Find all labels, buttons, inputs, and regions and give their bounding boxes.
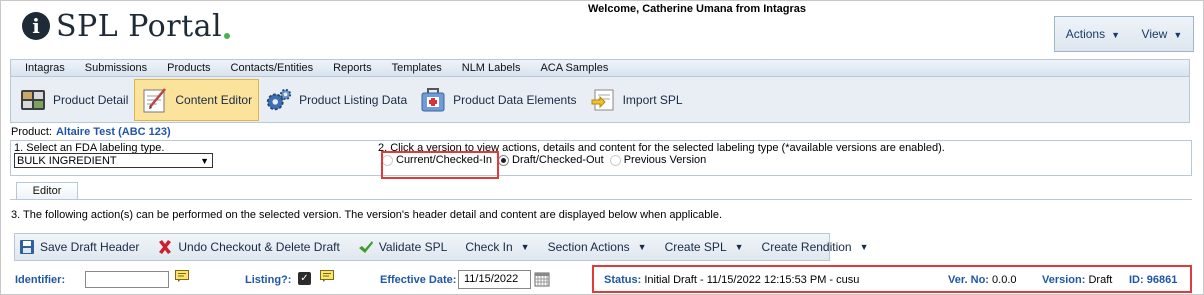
create-rendition-menu[interactable]: Create Rendition ▼ (762, 240, 869, 254)
radio-previous-label: Previous Version (623, 154, 707, 166)
tool-product-data-elements[interactable]: Product Data Elements (413, 79, 582, 121)
tab-divider (10, 199, 1192, 200)
undo-checkout-label: Undo Checkout & Delete Draft (178, 240, 340, 254)
logo-info-icon: i (22, 12, 50, 40)
chevron-down-icon: ▼ (859, 242, 869, 252)
tool-product-listing-data[interactable]: Product Listing Data (259, 79, 413, 121)
chevron-down-icon: ▼ (200, 155, 209, 166)
logo-dot (224, 33, 231, 39)
chevron-down-icon: ▼ (1173, 30, 1183, 40)
note-icon[interactable] (175, 270, 189, 282)
id-value: 96861 (1146, 274, 1178, 286)
actions-menu[interactable]: Actions ▼ (1066, 27, 1120, 41)
welcome-message: Welcome, Catherine Umana from Intagras (588, 3, 807, 15)
version-option-previous[interactable]: Previous Version (609, 154, 707, 166)
tool-import-spl[interactable]: Import SPL (583, 79, 689, 121)
module-toolbar: Product Detail Content Editor Product Li… (10, 77, 1190, 123)
tool-import-spl-label: Import SPL (622, 92, 683, 107)
app-logo[interactable]: i SPL Portal (22, 8, 231, 44)
status-field: Status: Initial Draft - 11/15/2022 12:15… (604, 274, 859, 286)
chevron-down-icon: ▼ (637, 242, 647, 252)
undo-checkout-button[interactable]: Undo Checkout & Delete Draft (157, 239, 340, 255)
tool-content-editor-label: Content Editor (175, 92, 253, 107)
nav-item-nlm-labels[interactable]: NLM Labels (462, 62, 521, 74)
effective-date-label: Effective Date: (380, 274, 457, 286)
listing-label: Listing?: (245, 274, 292, 286)
view-menu-label: View (1141, 27, 1168, 41)
check-in-label: Check In (465, 240, 513, 254)
version-option-draft[interactable]: Draft/Checked-Out (498, 154, 604, 166)
step3-instructions: 3. The following action(s) can be perfor… (11, 209, 723, 221)
actions-menu-label: Actions (1065, 27, 1106, 41)
gears-icon (265, 86, 293, 114)
listing-checkbox[interactable]: ✓ (298, 272, 311, 285)
tool-product-detail[interactable]: Product Detail (13, 79, 134, 121)
radio-draft[interactable] (498, 154, 509, 166)
version-value: Draft (1088, 274, 1113, 286)
nav-item-contacts-entities[interactable]: Contacts/Entities (231, 62, 314, 74)
radio-draft-label: Draft/Checked-Out (512, 154, 604, 166)
validate-spl-label: Validate SPL (378, 240, 448, 254)
product-detail-icon (19, 86, 47, 114)
status-label: Status: (604, 274, 642, 286)
product-value[interactable]: Altaire Test (ABC 123) (56, 126, 171, 138)
labeling-type-select[interactable]: BULK INGREDIENT ▼ (14, 153, 213, 168)
chevron-down-icon: ▼ (520, 242, 530, 252)
nav-item-templates[interactable]: Templates (392, 62, 442, 74)
version-field: Version: Draft (1042, 274, 1112, 286)
nav-item-reports[interactable]: Reports (333, 62, 372, 74)
tool-product-data-elements-label: Product Data Elements (453, 92, 577, 107)
tab-editor[interactable]: Editor (16, 182, 78, 200)
floppy-disk-icon (19, 239, 35, 255)
create-spl-menu[interactable]: Create SPL ▼ (665, 240, 744, 254)
highlight-current-checked-in (381, 151, 499, 179)
ver-no-label: Ver. No: (948, 274, 989, 286)
status-value: Initial Draft - 11/15/2022 12:15:53 PM -… (644, 274, 860, 286)
green-check-icon (358, 239, 374, 255)
header-menu-box: Actions ▼ View ▼ (1054, 16, 1194, 52)
nav-item-submissions[interactable]: Submissions (85, 62, 147, 74)
tool-content-editor[interactable]: Content Editor (134, 78, 260, 121)
create-rendition-label: Create Rendition (761, 240, 852, 254)
chevron-down-icon: ▼ (734, 242, 744, 252)
id-label: ID: (1129, 274, 1144, 286)
validate-spl-button[interactable]: Validate SPL (358, 239, 448, 255)
identifier-input[interactable] (85, 271, 169, 288)
save-draft-header-label: Save Draft Header (40, 240, 140, 254)
identifier-label: Identifier: (15, 274, 66, 286)
version-label: Version: (1042, 274, 1086, 286)
view-menu[interactable]: View ▼ (1142, 27, 1183, 41)
nav-item-products[interactable]: Products (167, 62, 210, 74)
note-icon[interactable] (320, 270, 334, 282)
medical-kit-icon (419, 86, 447, 114)
ver-no-field: Ver. No: 0.0.0 (948, 274, 1017, 286)
red-x-icon (157, 239, 173, 255)
save-draft-header-button[interactable]: Save Draft Header (19, 239, 139, 255)
check-in-menu[interactable]: Check In ▼ (465, 240, 529, 254)
app-name: SPL Portal (56, 8, 223, 44)
section-actions-menu[interactable]: Section Actions ▼ (548, 240, 647, 254)
ver-no-value: 0.0.0 (992, 274, 1017, 286)
version-action-bar: Save Draft Header Undo Checkout & Delete… (14, 233, 869, 261)
content-editor-icon (141, 86, 169, 114)
nav-item-aca-samples[interactable]: ACA Samples (540, 62, 608, 74)
tool-product-detail-label: Product Detail (53, 92, 129, 107)
effective-date-input[interactable]: 11/15/2022 (458, 270, 531, 289)
id-field: ID: 96861 (1129, 274, 1177, 286)
import-icon (589, 86, 617, 114)
product-label: Product: (11, 126, 52, 138)
create-spl-label: Create SPL (664, 240, 727, 254)
section-actions-label: Section Actions (547, 240, 630, 254)
version-status-box: Status: Initial Draft - 11/15/2022 12:15… (592, 265, 1192, 293)
tool-product-listing-data-label: Product Listing Data (299, 92, 408, 107)
labeling-type-value: BULK INGREDIENT (17, 154, 117, 167)
nav-item-intagras[interactable]: Intagras (25, 62, 65, 74)
product-line: Product: Altaire Test (ABC 123) (11, 126, 171, 138)
main-nav: Intagras Submissions Products Contacts/E… (10, 59, 1190, 77)
radio-previous[interactable] (609, 154, 621, 166)
chevron-down-icon: ▼ (1111, 30, 1121, 40)
calendar-icon[interactable] (534, 271, 550, 290)
